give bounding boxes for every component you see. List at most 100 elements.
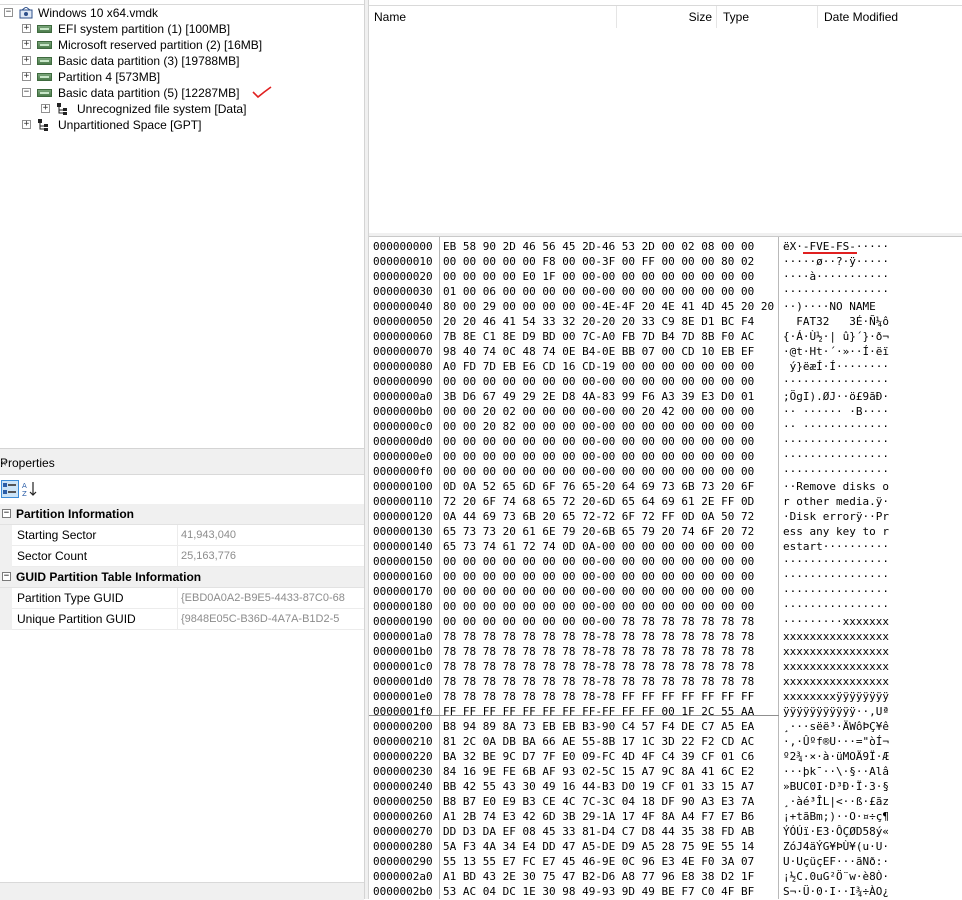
- expand-icon[interactable]: +: [22, 24, 31, 33]
- hex-bytes: BA 32 BE 9C D7 7F E0 09-FC 4D 4F C4 39 C…: [443, 750, 755, 763]
- property-name: Starting Sector: [17, 528, 97, 542]
- hex-ascii: ················: [783, 450, 889, 463]
- collapse-icon[interactable]: −: [2, 509, 11, 518]
- column-header-size[interactable]: Size: [617, 6, 717, 28]
- hex-bytes: 81 2C 0A DB BA 66 AE 55-8B 17 1C 3D 22 F…: [443, 735, 755, 748]
- hex-ascii: xxxxxxxxxxxxxxxx: [783, 660, 889, 673]
- property-value: 25,163,776: [181, 550, 237, 562]
- close-icon[interactable]: ×: [0, 452, 7, 474]
- categorized-view-button[interactable]: [1, 480, 19, 498]
- hex-offset: 000000220: [373, 750, 433, 763]
- hex-bytes: 80 00 29 00 00 00 00 00-4E-4F 20 4E 41 4…: [443, 300, 775, 313]
- hex-ascii: ·· ······ ·B····: [783, 405, 889, 418]
- hex-bytes: 53 AC 04 DC 1E 30 98 49-93 9D 49 BE F7 C…: [443, 885, 755, 898]
- property-starting-sector[interactable]: Starting Sector 41,943,040: [0, 525, 364, 546]
- property-value: {9848E05C-B36D-4A7A-B1D2-5: [181, 613, 340, 625]
- expand-icon[interactable]: +: [22, 72, 31, 81]
- hex-offset: 000000150: [373, 555, 433, 568]
- collapse-icon[interactable]: −: [2, 572, 11, 581]
- hex-offset: 000000260: [373, 810, 433, 823]
- partition-icon: [37, 57, 52, 65]
- hex-ascii: ÿÿÿÿÿÿÿÿÿÿÿ··,Uª: [783, 705, 889, 718]
- tree-item-unpartitioned[interactable]: + Unpartitioned Space [GPT]: [0, 117, 300, 133]
- hex-ascii: ¸·àé³ÎL|<··ß·£ãz: [783, 795, 889, 808]
- hex-ascii: ···þk¯··\·§··Alâ: [783, 765, 889, 778]
- hex-ascii: ZóJ4äÝG¥ÞÙ¥(u·U·: [783, 840, 889, 853]
- partition-icon: [37, 73, 52, 81]
- column-header-name[interactable]: Name: [369, 6, 617, 28]
- properties-title: Properties: [0, 456, 55, 470]
- svg-text:A: A: [22, 482, 27, 490]
- hex-offset: 0000001a0: [373, 630, 433, 643]
- property-partition-type-guid[interactable]: Partition Type GUID {EBD0A0A2-B9E5-4433-…: [0, 588, 364, 609]
- hex-ascii: ·· ·············: [783, 420, 889, 433]
- hex-ascii: ess any key to r: [783, 525, 889, 538]
- collapse-icon[interactable]: −: [4, 8, 13, 17]
- properties-toolbar: A Z: [0, 478, 364, 502]
- expand-icon[interactable]: +: [22, 120, 31, 129]
- hex-offset: 000000180: [373, 600, 433, 613]
- row-gutter: [0, 546, 12, 567]
- ascii-separator: [778, 237, 779, 899]
- hex-offset: 000000160: [373, 570, 433, 583]
- hex-ascii: xxxxxxxxxxxxxxxx: [783, 630, 889, 643]
- hex-offset: 000000200: [373, 720, 433, 733]
- tree-item-label: Basic data partition (3) [19788MB]: [58, 54, 240, 68]
- expand-icon[interactable]: +: [22, 40, 31, 49]
- hex-offset: 000000280: [373, 840, 433, 853]
- hex-bytes: A1 BD 43 2E 30 75 47 B2-D6 A8 77 96 E8 3…: [443, 870, 755, 883]
- tree-item-partition-2[interactable]: + Microsoft reserved partition (2) [16MB…: [0, 37, 300, 53]
- hex-bytes: 84 16 9E FE 6B AF 93 02-5C 15 A7 9C 8A 4…: [443, 765, 755, 778]
- hex-bytes: 98 40 74 0C 48 74 0E B4-0E BB 07 00 CD 1…: [443, 345, 755, 358]
- column-header-date-modified[interactable]: Date Modified: [818, 6, 962, 28]
- category-gpt-information[interactable]: − GUID Partition Table Information: [0, 567, 364, 588]
- category-partition-information[interactable]: − Partition Information: [0, 504, 364, 525]
- collapse-icon[interactable]: −: [22, 88, 31, 97]
- sort-az-icon: A Z: [22, 482, 37, 498]
- hex-bytes: 00 00 20 82 00 00 00 00-00 00 00 00 00 0…: [443, 420, 755, 433]
- hex-offset: 0000000e0: [373, 450, 433, 463]
- hex-bytes: 00 00 00 00 E0 1F 00 00-00 00 00 00 00 0…: [443, 270, 755, 283]
- hex-offset: 000000240: [373, 780, 433, 793]
- hex-offset: 000000110: [373, 495, 433, 508]
- column-header-type[interactable]: Type: [717, 6, 818, 28]
- tree-item-label: Unrecognized file system [Data]: [77, 102, 247, 116]
- hex-bytes: 0D 0A 52 65 6D 6F 76 65-20 64 69 73 6B 7…: [443, 480, 755, 493]
- hex-bytes: BB 42 55 43 30 49 16 44-B3 D0 19 CF 01 3…: [443, 780, 755, 793]
- hex-ascii: ·········xxxxxxx: [783, 615, 889, 628]
- hex-offset: 000000030: [373, 285, 433, 298]
- file-list[interactable]: Name Size Type Date Modified: [369, 0, 962, 233]
- tree-item-unrecognized-fs[interactable]: + Unrecognized file system [Data]: [0, 101, 300, 117]
- partition-tree[interactable]: − Windows 10 x64.vmdk + EFI system parti…: [0, 0, 364, 448]
- hex-bytes: 20 20 46 41 54 33 32 20-20 20 33 C9 8E D…: [443, 315, 755, 328]
- hex-ascii: S¬·Ü·0·I··I¾÷ÀO¿: [783, 885, 889, 898]
- hex-bytes: 00 00 00 00 00 00 00 00-00 00 00 00 00 0…: [443, 570, 755, 583]
- hex-ascii: ················: [783, 585, 889, 598]
- property-sector-count[interactable]: Sector Count 25,163,776: [0, 546, 364, 567]
- column-divider: [177, 588, 178, 609]
- hex-bytes: B8 94 89 8A 73 EB EB B3-90 C4 57 F4 DE C…: [443, 720, 755, 733]
- tree-root[interactable]: − Windows 10 x64.vmdk: [0, 5, 200, 21]
- tree-item-label: Basic data partition (5) [12287MB]: [58, 86, 240, 100]
- hex-bytes: 78 78 78 78 78 78 78 78-78 78 78 78 78 7…: [443, 630, 755, 643]
- hex-bytes: 78 78 78 78 78 78 78 78-78 FF FF FF FF F…: [443, 690, 755, 703]
- tree-item-partition-1[interactable]: + EFI system partition (1) [100MB]: [0, 21, 300, 37]
- hex-ascii: ················: [783, 570, 889, 583]
- hex-offset: 000000190: [373, 615, 433, 628]
- property-unique-partition-guid[interactable]: Unique Partition GUID {9848E05C-B36D-4A7…: [0, 609, 364, 630]
- partition-icon: [37, 25, 52, 33]
- hex-bytes: 00 00 00 00 00 00 00 00-00 00 00 00 00 0…: [443, 375, 755, 388]
- alphabetical-sort-button[interactable]: A Z: [21, 480, 39, 498]
- hex-viewer[interactable]: 000000000 EB 58 90 2D 46 56 45 2D-46 53 2…: [369, 237, 962, 899]
- red-underline-annotation: [803, 252, 857, 254]
- hex-offset: 0000001e0: [373, 690, 433, 703]
- tree-item-partition-4[interactable]: + Partition 4 [573MB]: [0, 69, 300, 85]
- hex-offset: 000000080: [373, 360, 433, 373]
- expand-icon[interactable]: +: [41, 104, 50, 113]
- expand-icon[interactable]: +: [22, 56, 31, 65]
- tree-item-partition-3[interactable]: + Basic data partition (3) [19788MB]: [0, 53, 300, 69]
- hex-bytes: 78 78 78 78 78 78 78 78-78 78 78 78 78 7…: [443, 660, 755, 673]
- properties-panel: Properties × A Z − Partition Information…: [0, 452, 364, 900]
- hex-bytes: 00 00 20 02 00 00 00 00-00 00 20 42 00 0…: [443, 405, 755, 418]
- hex-offset: 000000060: [373, 330, 433, 343]
